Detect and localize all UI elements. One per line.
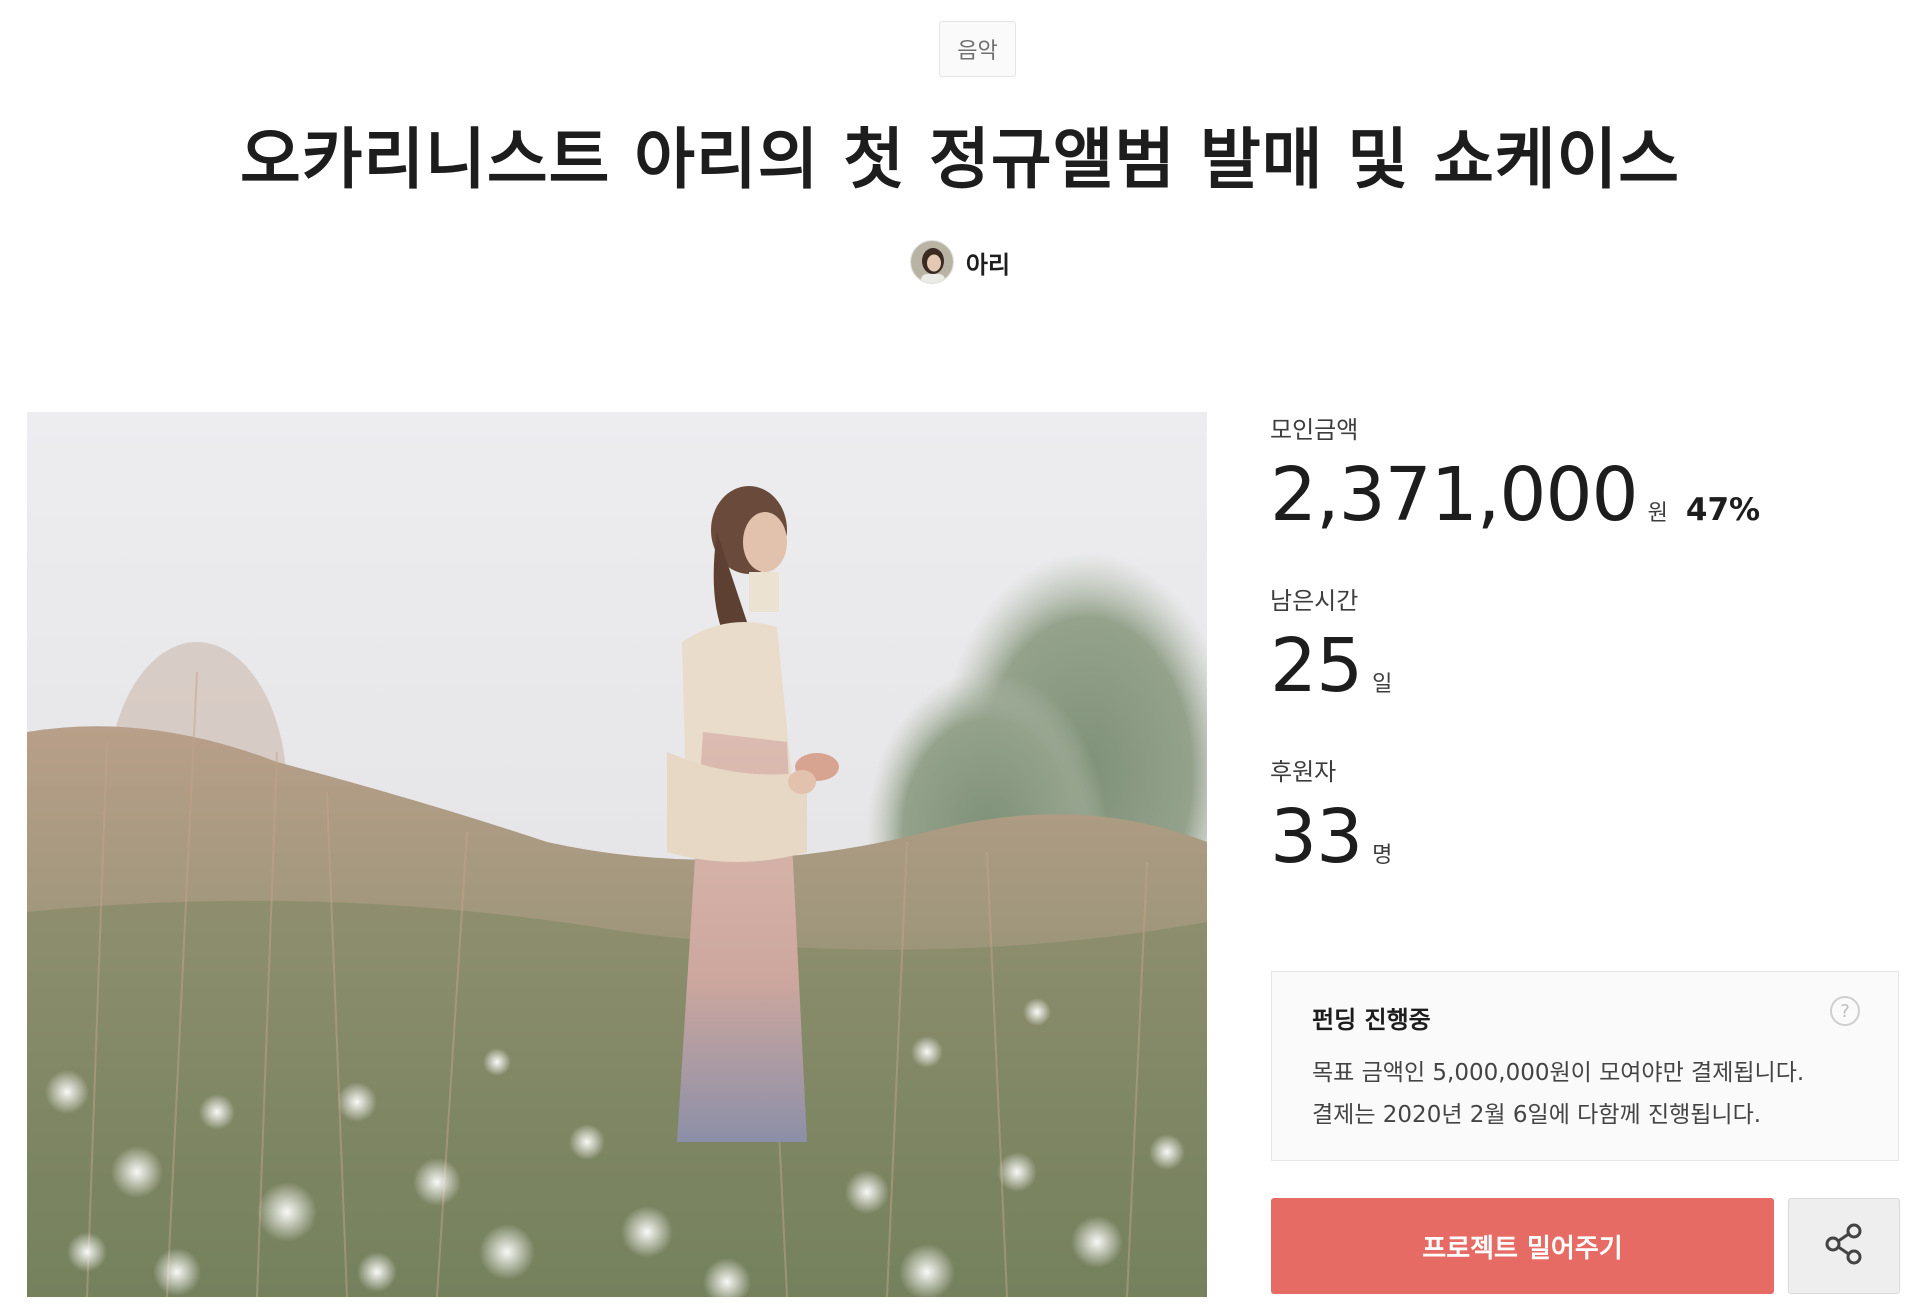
raised-amount-block: 모인금액 2,371,000 원 47% bbox=[1270, 410, 1900, 540]
backers-unit: 명 bbox=[1372, 843, 1393, 868]
backers-block: 후원자 33 명 bbox=[1270, 752, 1900, 882]
help-icon[interactable]: ? bbox=[1830, 996, 1860, 1026]
time-left-value: 25 bbox=[1270, 623, 1363, 709]
creator-info[interactable]: 아리 bbox=[0, 240, 1920, 284]
raised-row: 2,371,000 원 47% bbox=[1270, 450, 1900, 540]
back-project-button[interactable]: 프로젝트 밀어주기 bbox=[1271, 1198, 1774, 1294]
raised-unit: 원 bbox=[1647, 501, 1668, 526]
time-left-label: 남은시간 bbox=[1270, 587, 1359, 615]
raised-rate: 47% bbox=[1685, 492, 1761, 528]
backers-label: 후원자 bbox=[1270, 758, 1337, 786]
backers-value: 33 bbox=[1270, 794, 1363, 880]
project-title: 오카리니스트 아리의 첫 정규앨범 발매 및 쇼케이스 bbox=[240, 121, 1680, 198]
funding-stats: 모인금액 2,371,000 원 47% 남은시간 25 일 후원자 33 명 bbox=[1270, 410, 1900, 923]
time-left-unit: 일 bbox=[1372, 672, 1393, 697]
creator-name[interactable]: 아리 bbox=[966, 245, 1010, 280]
raised-label: 모인금액 bbox=[1270, 416, 1359, 444]
time-left-row: 25 일 bbox=[1270, 621, 1900, 711]
category-label: 음악 bbox=[957, 39, 998, 64]
creator-avatar[interactable] bbox=[909, 240, 954, 284]
time-left-block: 남은시간 25 일 bbox=[1270, 581, 1900, 711]
notice-payment-text: 결제는 2020년 2월 6일에 다함께 진행됩니다. bbox=[1312, 1102, 1762, 1128]
project-main-image bbox=[27, 412, 1207, 1297]
share-button[interactable] bbox=[1788, 1198, 1900, 1294]
funding-notice: 펀딩 진행중 목표 금액인 5,000,000원이 모여야만 결제됩니다. 결제… bbox=[1271, 971, 1899, 1161]
notice-goal-text: 목표 금액인 5,000,000원이 모여야만 결제됩니다. bbox=[1312, 1060, 1805, 1086]
share-icon bbox=[1822, 1222, 1866, 1270]
notice-title: 펀딩 진행중 bbox=[1312, 1006, 1431, 1034]
category-badge[interactable]: 음악 bbox=[939, 21, 1016, 77]
raised-value: 2,371,000 bbox=[1270, 452, 1639, 538]
backers-row: 33 명 bbox=[1270, 792, 1900, 882]
